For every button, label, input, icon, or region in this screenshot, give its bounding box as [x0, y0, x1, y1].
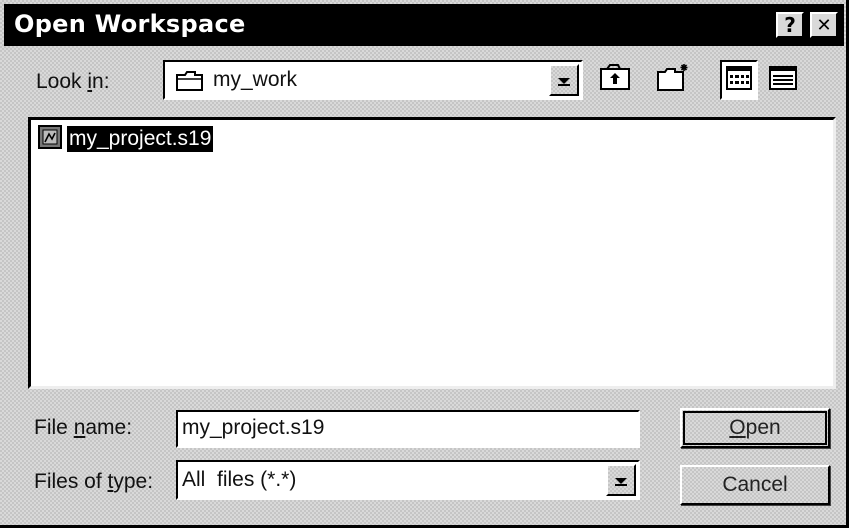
open-workspace-dialog: Open Workspace ? ✕ Look in: my_work my_p…: [0, 0, 849, 528]
title-bar[interactable]: Open Workspace ? ✕: [4, 4, 844, 46]
chevron-down-icon: [557, 71, 571, 90]
dialog-title: Open Workspace: [14, 10, 246, 38]
open-button-label: Open: [729, 416, 781, 439]
up-one-level-icon: [598, 63, 632, 97]
create-new-folder-button[interactable]: [654, 60, 692, 100]
file-name-value: my_project.s19: [182, 416, 325, 439]
open-button[interactable]: Open: [680, 408, 830, 448]
file-name-label: File name:: [34, 416, 133, 439]
cancel-button-label: Cancel: [722, 473, 788, 496]
up-one-level-button[interactable]: [596, 60, 634, 100]
details-view-icon: [768, 65, 798, 95]
look-in-dropdown-button[interactable]: [549, 64, 579, 96]
create-new-folder-icon: [655, 62, 691, 98]
file-name-field[interactable]: my_project.s19: [176, 410, 640, 448]
list-item[interactable]: my_project.s19: [37, 124, 214, 154]
help-icon: ?: [784, 13, 796, 37]
chevron-down-icon: [614, 471, 628, 490]
files-of-type-combo[interactable]: All files (*.*): [176, 460, 640, 500]
files-of-type-dropdown-button[interactable]: [606, 464, 636, 496]
list-view-icon: [725, 65, 753, 95]
file-list[interactable]: my_project.s19: [28, 117, 836, 389]
look-in-combo[interactable]: my_work: [163, 60, 583, 100]
cancel-button[interactable]: Cancel: [680, 465, 830, 505]
folder-icon: [175, 69, 205, 97]
look-in-value: my_work: [213, 68, 298, 91]
files-of-type-label: Files of type:: [34, 470, 154, 493]
list-view-button[interactable]: [720, 60, 758, 100]
list-item-label: my_project.s19: [67, 126, 214, 152]
details-view-button[interactable]: [764, 60, 802, 100]
files-of-type-value: All files (*.*): [182, 468, 297, 491]
file-icon: [37, 124, 63, 154]
close-button[interactable]: ✕: [810, 12, 838, 38]
look-in-label: Look in:: [36, 70, 110, 93]
help-button[interactable]: ?: [776, 12, 804, 38]
close-icon: ✕: [816, 14, 832, 36]
